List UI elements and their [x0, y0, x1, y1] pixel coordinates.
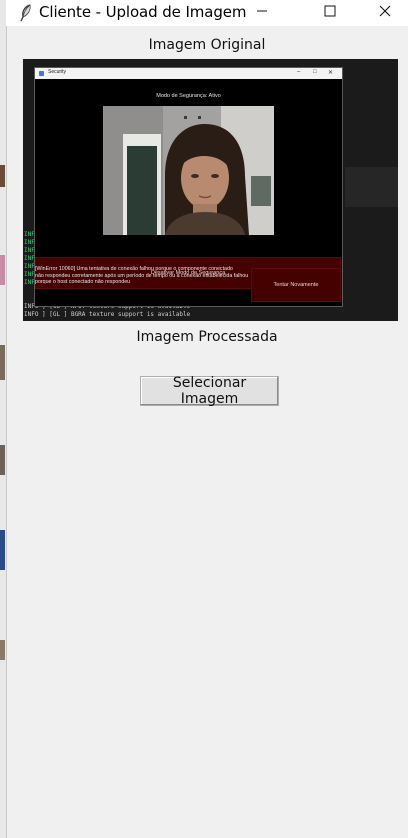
original-image: INFO INFO INFO INFO INFO INFO INFO INFO … [23, 59, 398, 321]
select-image-button[interactable]: Selecionar Imagem [140, 375, 279, 407]
minimize-icon [256, 4, 268, 22]
minimize-button[interactable] [239, 0, 285, 26]
window-title: Cliente - Upload de Imagem [39, 3, 247, 21]
background-fragment [0, 165, 5, 187]
maximize-icon: □ [313, 69, 317, 75]
processed-image-label: Imagem Processada [136, 329, 278, 345]
maximize-icon [324, 4, 336, 22]
retry-button: Tentar Novamente [251, 268, 341, 302]
background-fragment [0, 255, 5, 285]
close-button[interactable] [362, 0, 408, 26]
connection-error-text: [WinError 10060] Uma tentativa de conexã… [35, 266, 249, 286]
background-fragment [0, 345, 5, 380]
security-app-icon [39, 71, 44, 76]
security-status-text: Modo de Segurança: Ativo [156, 93, 221, 99]
window-titlebar[interactable]: Cliente - Upload de Imagem [6, 0, 408, 26]
close-icon [379, 4, 391, 22]
background-fragment [0, 640, 5, 660]
security-titlebar: Security – □ ✕ [35, 68, 342, 79]
original-image-label: Imagem Original [148, 37, 266, 53]
terminal-panel [345, 167, 398, 207]
close-icon: ✕ [328, 70, 334, 76]
error-line: porque o host conectado não respondeu [35, 279, 131, 285]
security-window: Security – □ ✕ Modo de Segurança: Ativo [34, 67, 343, 307]
minimize-icon: – [297, 69, 301, 75]
maximize-button[interactable] [307, 0, 353, 26]
background-fragment [0, 530, 5, 570]
camera-feed [103, 106, 274, 235]
terminal-line: INFO ] [GL ] BGRA texture support is ava… [24, 311, 191, 318]
error-line: [WinError 10060] Uma tentativa de conexã… [35, 266, 233, 272]
security-window-title: Security [48, 69, 67, 75]
background-window-edge [0, 0, 7, 838]
feather-icon [16, 3, 36, 23]
background-fragment [0, 445, 5, 475]
